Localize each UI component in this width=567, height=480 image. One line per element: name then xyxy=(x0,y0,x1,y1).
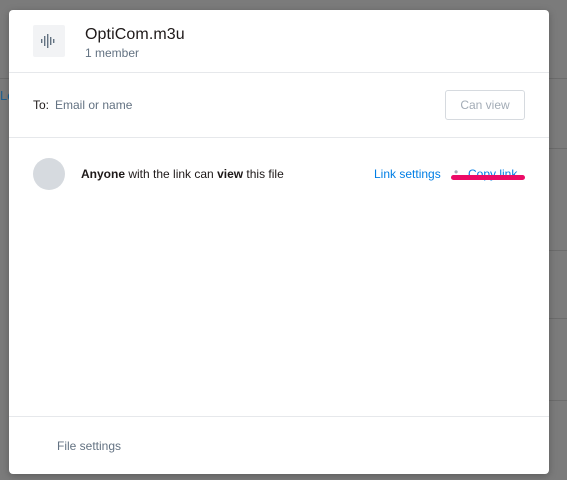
link-middle-text: with the link can xyxy=(125,167,218,181)
background-divider xyxy=(549,148,567,149)
background-divider xyxy=(549,78,567,79)
modal-header: OptiCom.m3u 1 member xyxy=(9,10,549,73)
audio-file-icon xyxy=(33,25,65,57)
share-modal: OptiCom.m3u 1 member To: Can view Anyone… xyxy=(9,10,549,474)
link-avatar xyxy=(33,158,65,190)
shared-link-row: Anyone with the link can view this file … xyxy=(9,138,549,210)
waveform-icon xyxy=(41,34,55,48)
link-subject: Anyone xyxy=(81,167,126,181)
to-label: To: xyxy=(33,98,50,112)
file-settings-link[interactable]: File settings xyxy=(57,439,121,453)
link-settings-link[interactable]: Link settings xyxy=(374,167,441,181)
background-divider xyxy=(0,78,9,79)
file-name: OptiCom.m3u xyxy=(85,26,185,43)
permission-dropdown-button[interactable]: Can view xyxy=(445,90,525,120)
link-tail-text: this file xyxy=(243,167,284,181)
background-divider xyxy=(549,318,567,319)
highlight-underline-annotation xyxy=(451,175,525,180)
member-count: 1 member xyxy=(85,46,140,60)
invite-row: To: Can view xyxy=(9,73,549,138)
background-divider xyxy=(549,250,567,251)
link-permission: view xyxy=(217,167,244,181)
background-divider xyxy=(549,400,567,401)
invite-input[interactable] xyxy=(55,91,435,119)
background-partial-link: Le xyxy=(0,88,9,103)
modal-footer: File settings xyxy=(9,416,549,475)
link-access-description: Anyone with the link can view this file xyxy=(81,167,284,181)
